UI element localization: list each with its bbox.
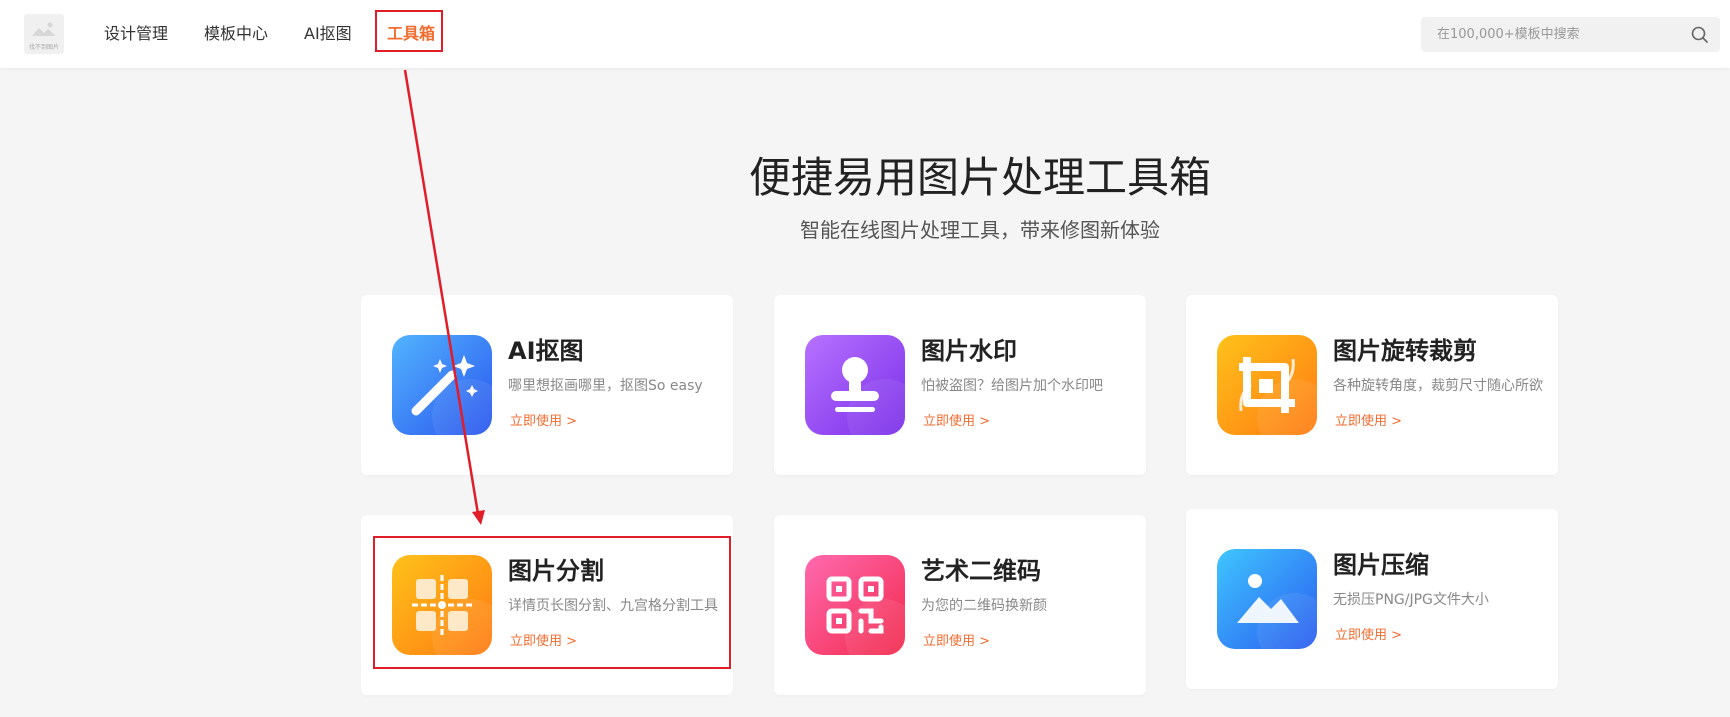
tool-title: AI抠图 (508, 337, 584, 365)
image-split-annotation-box (373, 536, 731, 669)
tool-description: 为您的二维码换新颜 (921, 598, 1047, 614)
nav-template-center[interactable]: 模板中心 (204, 23, 268, 45)
tool-card-art-qr[interactable]: 艺术二维码 为您的二维码换新颜 立即使用 > (774, 515, 1146, 695)
broken-image-icon (32, 22, 56, 36)
toolbox-annotation-box (375, 10, 443, 52)
logo-caption: 找不到图片 (28, 44, 59, 51)
tool-card-compress[interactable]: 图片压缩 无损压PNG/JPG文件大小 立即使用 > (1186, 509, 1558, 689)
use-now-link[interactable]: 立即使用 > (923, 413, 990, 431)
page-title: 便捷易用图片处理工具箱 (748, 153, 1211, 202)
tool-card-watermark[interactable]: 图片水印 怕被盗图？给图片加个水印吧 立即使用 > (774, 295, 1146, 475)
tool-title: 图片水印 (921, 337, 1017, 365)
tool-card-ai-cutout[interactable]: AI抠图 哪里想抠画哪里，抠图So easy 立即使用 > (361, 295, 733, 475)
magic-wand-icon (392, 335, 492, 435)
page-subtitle: 智能在线图片处理工具，带来修图新体验 (800, 218, 1160, 242)
tool-description: 各种旋转角度，裁剪尺寸随心所欲 (1333, 378, 1543, 394)
stamp-icon (805, 335, 905, 435)
use-now-link[interactable]: 立即使用 > (923, 633, 990, 651)
search-box (1421, 17, 1720, 52)
tool-title: 艺术二维码 (921, 557, 1041, 585)
tool-description: 无损压PNG/JPG文件大小 (1333, 592, 1489, 608)
tool-card-rotate-crop[interactable]: 图片旋转裁剪 各种旋转角度，裁剪尺寸随心所欲 立即使用 > (1186, 295, 1558, 475)
site-logo[interactable]: 找不到图片 (24, 14, 64, 54)
tool-description: 哪里想抠画哪里，抠图So easy (508, 378, 703, 394)
use-now-link[interactable]: 立即使用 > (1335, 413, 1402, 431)
top-nav-bar: 找不到图片 设计管理 模板中心 AI抠图 工具箱 (0, 0, 1730, 68)
crop-rotate-icon (1217, 335, 1317, 435)
tool-title: 图片压缩 (1333, 551, 1429, 579)
nav-ai-cutout[interactable]: AI抠图 (304, 23, 352, 45)
tool-description: 怕被盗图？给图片加个水印吧 (921, 378, 1103, 394)
nav-design-management[interactable]: 设计管理 (104, 23, 168, 45)
image-compress-icon (1217, 549, 1317, 649)
use-now-link[interactable]: 立即使用 > (510, 413, 577, 431)
qr-code-icon (805, 555, 905, 655)
search-input[interactable] (1437, 17, 1677, 52)
tool-title: 图片旋转裁剪 (1333, 337, 1477, 365)
use-now-link[interactable]: 立即使用 > (1335, 627, 1402, 645)
search-icon[interactable] (1691, 26, 1708, 47)
